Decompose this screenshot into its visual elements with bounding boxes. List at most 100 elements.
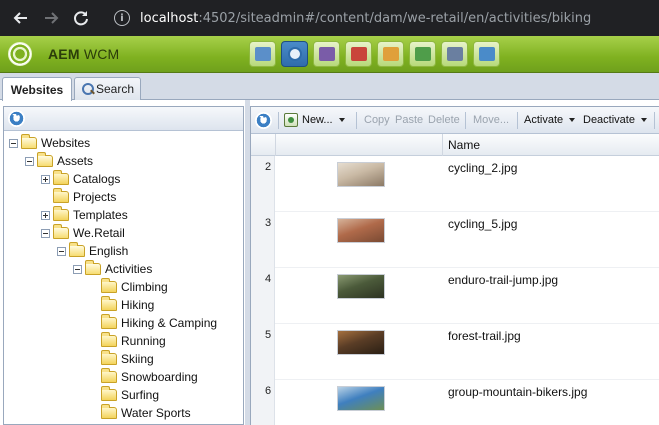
column-header-name[interactable]: Name <box>448 138 480 152</box>
tree-item-skiing[interactable]: Skiing <box>89 350 154 368</box>
table-row[interactable]: 4 enduro-trail-jump.jpg <box>251 268 659 324</box>
delete-button[interactable]: Delete <box>428 112 460 128</box>
folder-icon <box>21 134 37 149</box>
new-label: New... <box>302 114 333 126</box>
tree-item-catalogs[interactable]: Catalogs <box>41 170 120 188</box>
tree-item-english[interactable]: English <box>57 242 128 260</box>
refresh-icon: ↻ <box>255 111 272 129</box>
asset-thumbnail[interactable] <box>337 218 385 243</box>
globe-app-button[interactable] <box>281 41 308 67</box>
app-switcher <box>249 41 500 67</box>
expand-icon[interactable] <box>41 210 50 220</box>
refresh-icon[interactable]: ↻ <box>8 110 25 127</box>
users-icon <box>414 47 431 61</box>
paste-button[interactable]: Paste <box>395 112 423 128</box>
new-button[interactable]: New... <box>284 112 345 128</box>
column-divider[interactable] <box>275 134 276 156</box>
tree-item-surfing[interactable]: Surfing <box>89 386 159 404</box>
tab-search-label: Search <box>95 82 134 96</box>
table-row[interactable]: 2 cycling_2.jpg <box>251 156 659 212</box>
tree-item-we-retail[interactable]: We.Retail <box>41 224 125 242</box>
row-number-cell: 3 <box>251 212 275 268</box>
column-divider[interactable] <box>442 134 443 156</box>
tab-search[interactable]: Search <box>74 77 141 100</box>
megaphone-icon <box>350 47 367 61</box>
tree-item-hiking-camping[interactable]: Hiking & Camping <box>89 314 217 332</box>
new-page-icon <box>284 113 298 127</box>
product-title: AEM WCM <box>48 46 119 62</box>
row-number-cell: 5 <box>251 324 275 380</box>
copy-button[interactable]: Copy <box>364 112 390 128</box>
tree-item-label: Climbing <box>121 280 168 294</box>
aem-logo-icon[interactable] <box>8 42 32 66</box>
row-number: 6 <box>265 385 272 397</box>
sites-icon <box>254 47 271 61</box>
asset-thumbnail[interactable] <box>337 386 385 411</box>
tree-item-activities[interactable]: Activities <box>73 260 152 278</box>
collapse-icon[interactable] <box>9 138 18 148</box>
tree-item-label: Hiking & Camping <box>121 316 218 330</box>
toolbar-divider <box>465 112 466 129</box>
tree-item-label: Catalogs <box>73 172 121 186</box>
asset-thumbnail[interactable] <box>337 330 385 355</box>
folder-icon <box>101 296 117 311</box>
camera-app-button[interactable] <box>313 41 340 67</box>
tree-item-running[interactable]: Running <box>89 332 166 350</box>
table-row[interactable]: 6 group-mountain-bikers.jpg <box>251 380 659 425</box>
asset-name[interactable]: cycling_5.jpg <box>448 217 517 231</box>
table-row[interactable]: 5 forest-trail.jpg <box>251 324 659 380</box>
collapse-icon[interactable] <box>25 156 34 166</box>
tree-item-templates[interactable]: Templates <box>41 206 128 224</box>
tree-item-label: Running <box>121 334 166 348</box>
arrow-right-icon <box>45 12 59 24</box>
row-number: 4 <box>265 273 272 285</box>
tag-app-button[interactable] <box>473 41 500 67</box>
mail-icon <box>382 47 399 61</box>
tree-item-hiking[interactable]: Hiking <box>89 296 154 314</box>
megaphone-app-button[interactable] <box>345 41 372 67</box>
asset-thumbnail[interactable] <box>337 162 385 187</box>
gears-app-button[interactable] <box>441 41 468 67</box>
asset-name[interactable]: group-mountain-bikers.jpg <box>448 385 587 399</box>
folder-icon <box>101 404 117 419</box>
tree-item-climbing[interactable]: Climbing <box>89 278 168 296</box>
toolbar-divider <box>356 112 357 129</box>
tree-item-label: Websites <box>41 136 91 150</box>
forward-button[interactable] <box>36 0 66 36</box>
back-button[interactable] <box>6 0 36 36</box>
tree-item-assets[interactable]: Assets <box>25 152 93 170</box>
tab-websites[interactable]: Websites <box>2 77 72 101</box>
row-number: 3 <box>265 217 272 229</box>
tree-item-websites[interactable]: Websites <box>9 134 90 152</box>
mail-app-button[interactable] <box>377 41 404 67</box>
expand-icon[interactable] <box>41 174 50 184</box>
asset-name[interactable]: forest-trail.jpg <box>448 329 521 343</box>
info-icon[interactable]: i <box>114 10 130 26</box>
move-button[interactable]: Move... <box>473 112 509 128</box>
asset-thumbnail[interactable] <box>337 274 385 299</box>
users-app-button[interactable] <box>409 41 436 67</box>
tree-item-snowboarding[interactable]: Snowboarding <box>89 368 198 386</box>
reload-button[interactable] <box>66 0 96 36</box>
sites-app-button[interactable] <box>249 41 276 67</box>
address-bar[interactable]: i localhost:4502/siteadmin#/content/dam/… <box>106 4 659 32</box>
collapse-icon[interactable] <box>73 264 82 274</box>
table-row[interactable]: 3 cycling_5.jpg <box>251 212 659 268</box>
asset-name[interactable]: cycling_2.jpg <box>448 161 517 175</box>
tree-toolbar: ↻ <box>4 107 243 131</box>
row-number-cell: 4 <box>251 268 275 324</box>
chevron-down-icon <box>338 118 345 122</box>
tree-item-water-sports[interactable]: Water Sports <box>89 404 191 422</box>
url-path: :4502/siteadmin#/content/dam/we-retail/e… <box>198 10 592 26</box>
refresh-button[interactable]: ↻ <box>255 111 272 129</box>
activate-button[interactable]: Activate <box>524 112 576 128</box>
tree-item-projects[interactable]: Projects <box>41 188 116 206</box>
deactivate-button[interactable]: Deactivate <box>583 112 647 128</box>
asset-name[interactable]: enduro-trail-jump.jpg <box>448 273 558 287</box>
tree-item-label: Projects <box>73 190 117 204</box>
folder-icon <box>53 206 69 221</box>
tree-item-label: We.Retail <box>73 226 125 240</box>
collapse-icon[interactable] <box>41 228 50 238</box>
collapse-icon[interactable] <box>57 246 66 256</box>
row-number-cell: 6 <box>251 380 275 425</box>
